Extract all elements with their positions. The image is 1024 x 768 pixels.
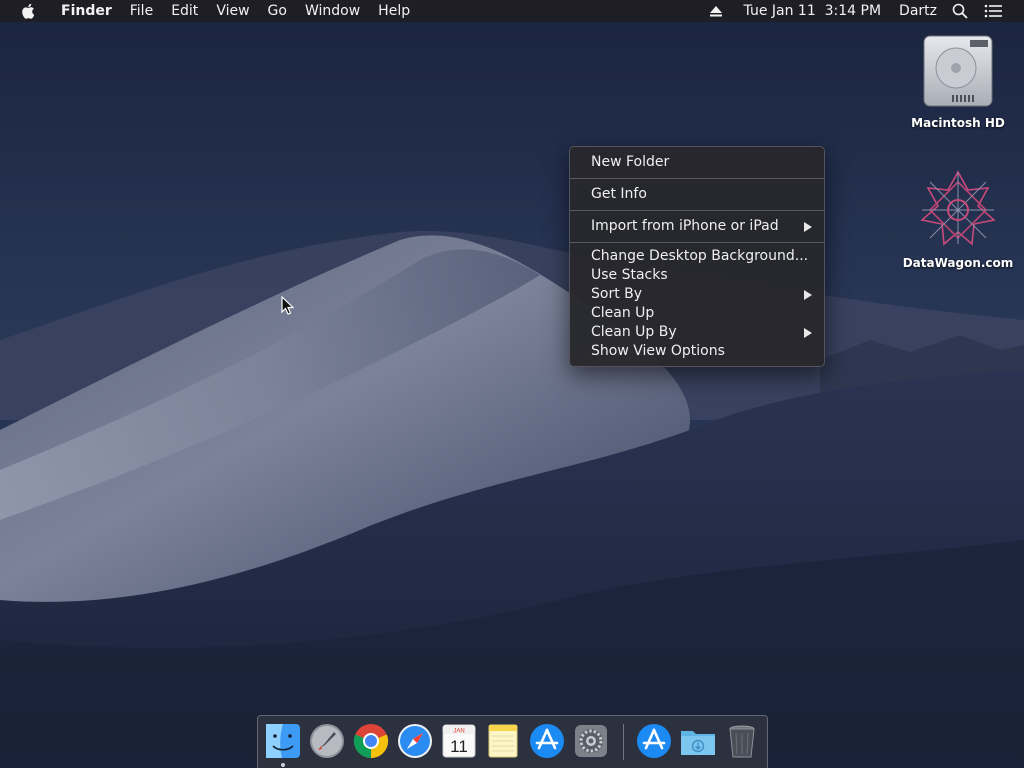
running-indicator [281,763,285,767]
submenu-arrow-icon [804,221,812,232]
menu-item-label: Show View Options [591,343,725,359]
menu-item-label: Clean Up [591,305,655,321]
dock-item-launchpad[interactable] [308,722,346,760]
menu-item-label: Sort By [591,286,643,302]
desktop-wallpaper [0,0,1024,768]
eject-icon[interactable] [709,4,723,18]
menu-item-label: Clean Up By [591,324,677,340]
hard-drive-icon [923,35,993,107]
chrome-icon [353,724,389,759]
menu-item-use-stacks[interactable]: Use Stacks [570,266,824,285]
desktop-icon-macintosh-hd[interactable]: Macintosh HD [898,32,1018,130]
calendar-day-label: 11 [450,737,468,756]
menu-item-import-from-iphone[interactable]: Import from iPhone or iPad [570,215,824,238]
menu-separator [570,178,824,179]
dock: JAN 11 [257,715,768,768]
notes-icon [488,724,518,758]
menu-item-change-desktop-background[interactable]: Change Desktop Background... [570,247,824,266]
submenu-arrow-icon [804,327,812,338]
menu-separator [570,242,824,243]
menu-item-clean-up[interactable]: Clean Up [570,304,824,323]
safari-icon [398,724,432,758]
dock-item-safari[interactable] [396,722,434,760]
dock-item-notes[interactable] [484,722,522,760]
dock-item-calendar[interactable]: JAN 11 [440,722,478,760]
menu-window[interactable]: Window [296,0,369,22]
dock-item-finder[interactable] [264,722,302,767]
system-preferences-icon [575,725,607,757]
mouse-cursor-icon [281,296,295,315]
desktop-icon-label: Macintosh HD [911,116,1005,130]
apple-menu-icon[interactable] [20,2,38,20]
menu-item-label: Get Info [591,186,647,202]
desktop-icon-datawagon[interactable]: DataWagon.com [898,168,1018,270]
menu-help[interactable]: Help [369,0,419,22]
finder-icon [266,724,300,758]
menu-item-label: Import from iPhone or iPad [591,218,779,234]
menu-item-label: New Folder [591,154,670,170]
spotlight-search-icon[interactable] [952,3,968,19]
menubar-clock[interactable]: Tue Jan 11 3:14 PM [735,0,891,22]
menu-item-sort-by[interactable]: Sort By [570,285,824,304]
dock-item-app-store[interactable] [528,722,566,760]
menu-edit[interactable]: Edit [162,0,207,22]
menu-app-finder[interactable]: Finder [52,0,121,22]
trash-icon [729,725,755,758]
menu-file[interactable]: File [121,0,162,22]
menu-item-label: Use Stacks [591,267,668,283]
dock-divider [623,724,624,760]
notification-center-icon[interactable] [984,4,1002,18]
submenu-arrow-icon [804,289,812,300]
dock-item-downloads[interactable] [679,722,717,760]
menu-bar: Finder File Edit View Go Window Help Tue… [0,0,1024,22]
dock-item-trash[interactable] [723,722,761,760]
app-store-icon [530,724,564,758]
downloads-folder-icon [681,731,715,755]
menu-item-show-view-options[interactable]: Show View Options [570,342,824,361]
desktop-context-menu: New Folder Get Info Import from iPhone o… [569,146,825,367]
menu-item-label: Change Desktop Background... [591,248,809,264]
calendar-month-label: JAN [453,729,464,735]
menubar-user[interactable]: Dartz [890,0,946,22]
menu-go[interactable]: Go [259,0,296,22]
dock-item-chrome[interactable] [352,722,390,760]
dock-item-app-store-downloads[interactable] [635,722,673,760]
calendar-icon: JAN 11 [442,724,476,758]
launchpad-icon [310,724,344,758]
menu-item-new-folder[interactable]: New Folder [570,151,824,174]
menu-view[interactable]: View [207,0,258,22]
datawagon-logo-icon [920,170,996,246]
desktop-icon-label: DataWagon.com [902,256,1014,270]
dock-item-system-preferences[interactable] [572,722,610,760]
menu-separator [570,210,824,211]
app-store-icon [637,724,671,758]
menu-item-get-info[interactable]: Get Info [570,183,824,206]
menu-item-clean-up-by[interactable]: Clean Up By [570,323,824,342]
desktop[interactable]: Finder File Edit View Go Window Help Tue… [0,0,1024,768]
